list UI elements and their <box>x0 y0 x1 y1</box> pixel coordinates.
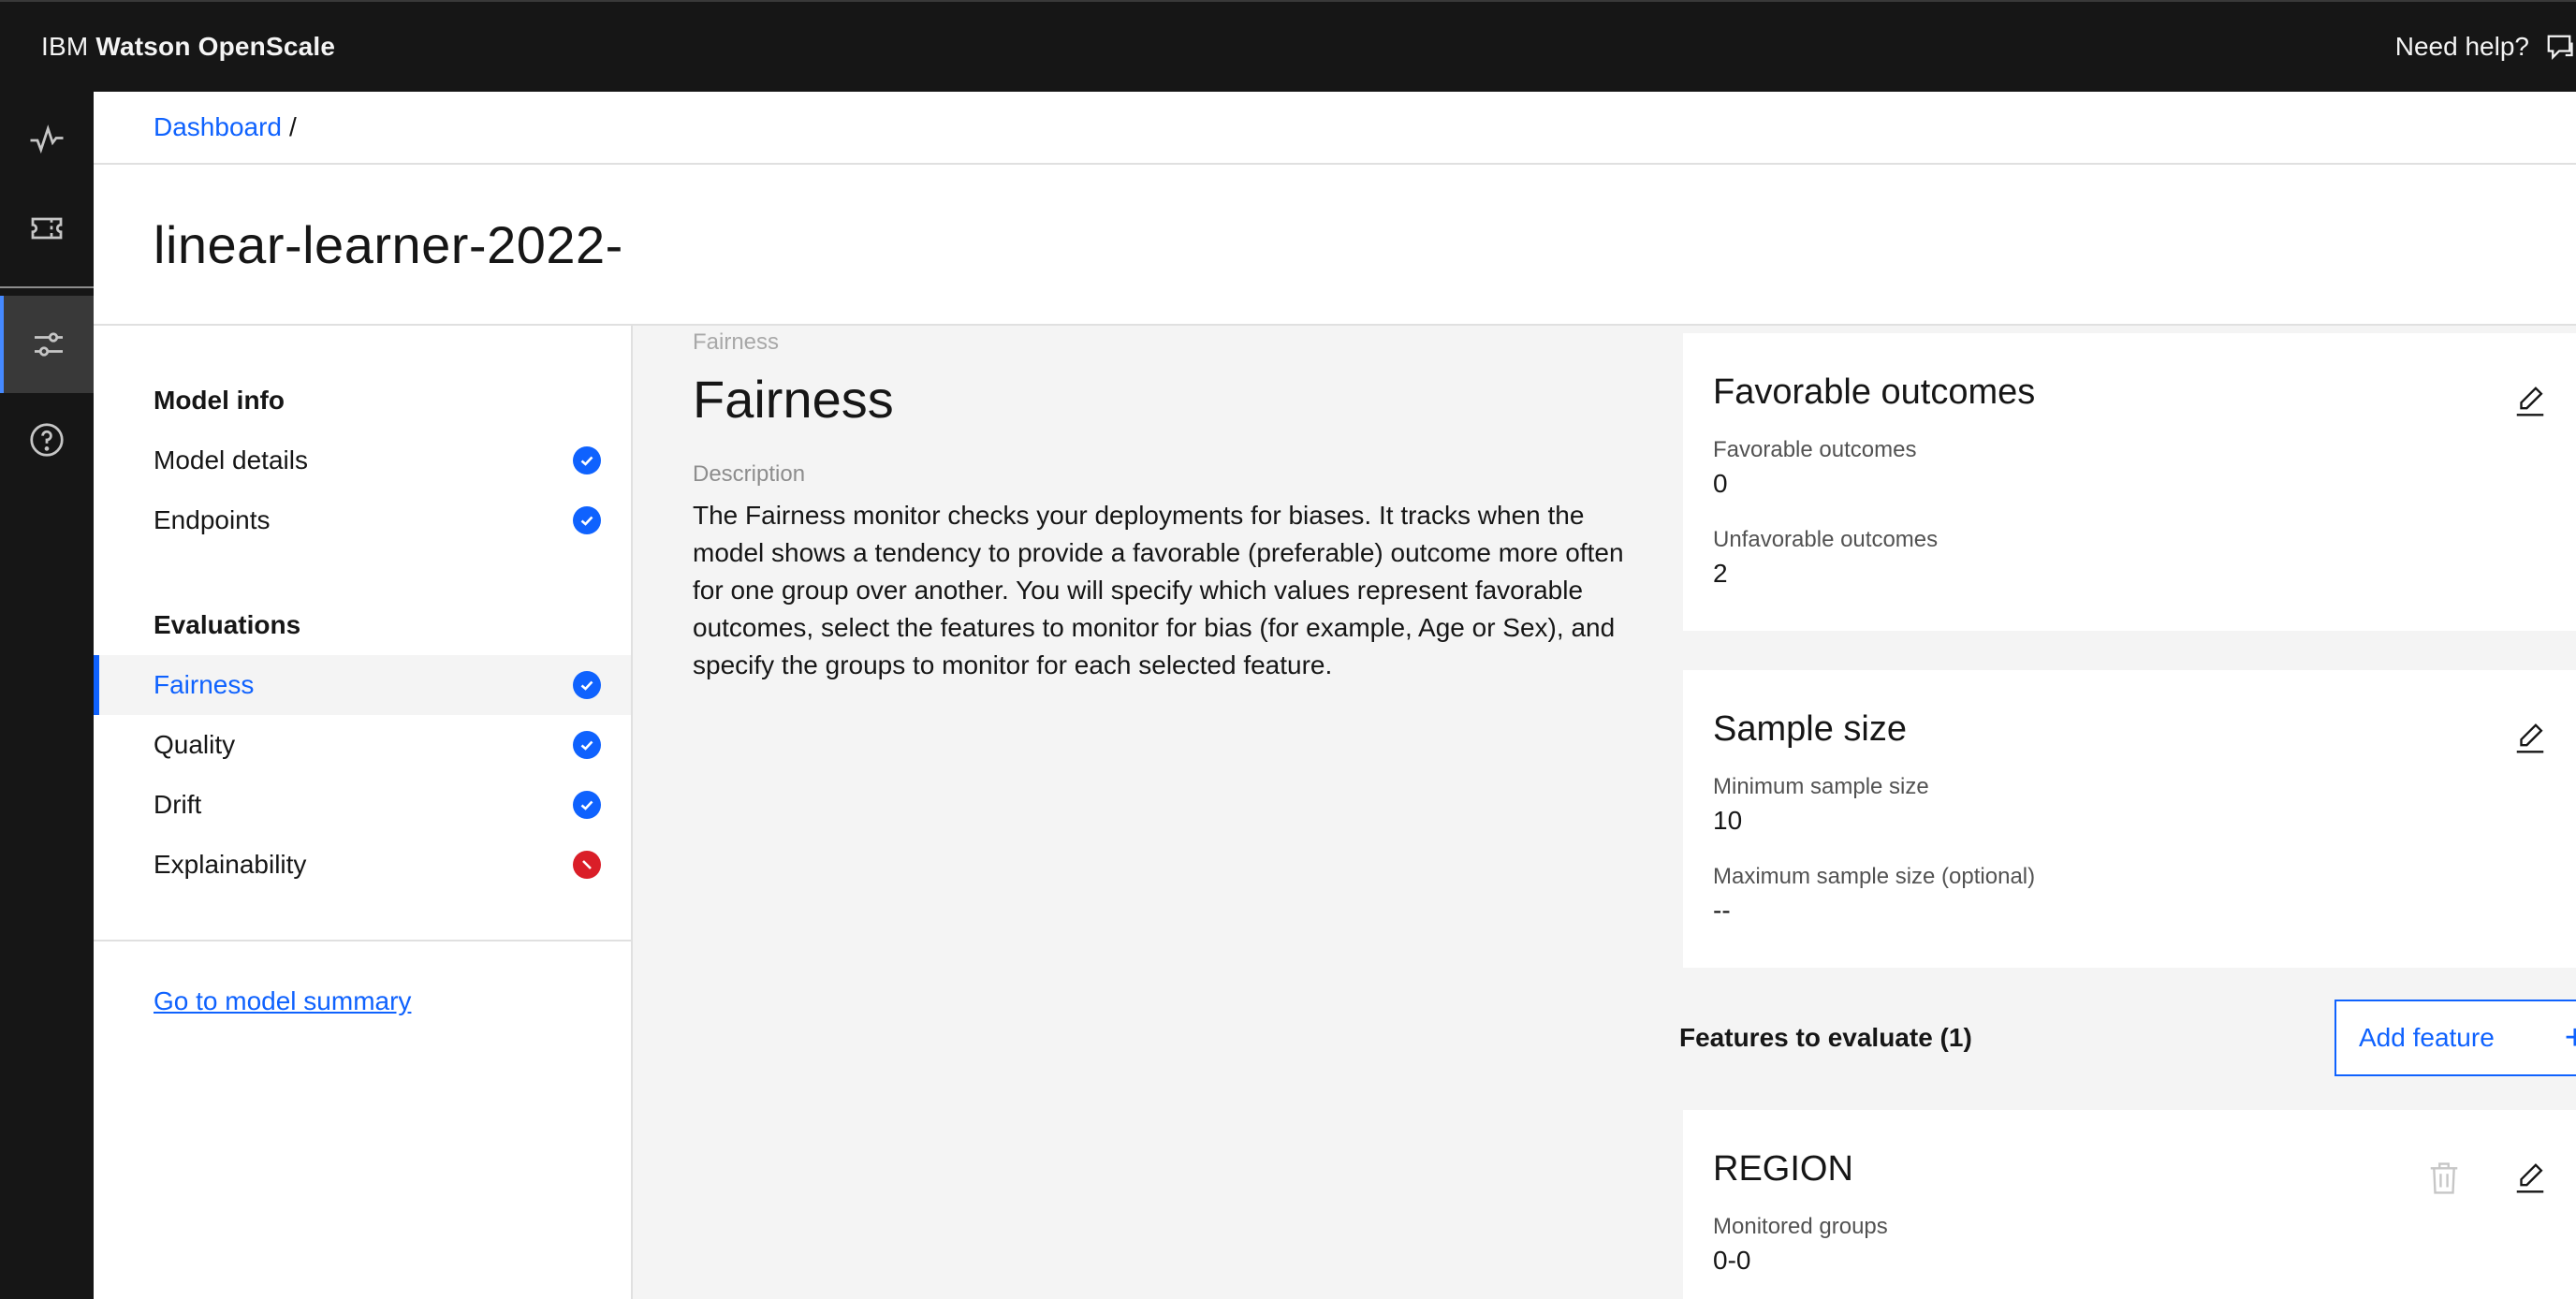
unfavorable-value: 2 <box>1713 559 1728 588</box>
add-feature-button[interactable]: Add feature + <box>2334 1000 2576 1076</box>
nav-item-quality[interactable]: Quality <box>94 715 631 775</box>
features-header: Features to evaluate (1) Add feature + <box>1679 1000 2576 1076</box>
config-nav: Model info Model details Endpoints Evalu… <box>94 326 633 1299</box>
min-sample-value: 10 <box>1713 806 1743 835</box>
nav-item-label: Quality <box>154 730 236 759</box>
checkmark-icon <box>573 791 601 819</box>
card-title: Favorable outcomes <box>1713 372 2036 412</box>
evaluations-heading: Evaluations <box>154 610 301 639</box>
features-label: Features to evaluate (1) <box>1679 1023 1972 1052</box>
checkmark-icon <box>573 506 601 534</box>
favorable-outcomes-card: Favorable outcomes Favorable outcomes 0 … <box>1683 333 2576 631</box>
breadcrumb-separator: / <box>288 112 297 141</box>
nav-item-explainability[interactable]: Explainability <box>94 835 631 895</box>
nav-item-label: Model details <box>154 445 308 474</box>
edit-icon[interactable] <box>2512 1160 2548 1196</box>
monitored-groups-label: Monitored groups <box>1713 1214 1888 1239</box>
rail-divider <box>0 286 94 288</box>
rail-tickets[interactable] <box>0 180 94 277</box>
monitor-description: Fairness Fairness Description The Fairne… <box>693 326 1629 684</box>
brand-prefix: IBM <box>41 32 89 61</box>
add-feature-label: Add feature <box>2359 1023 2495 1052</box>
add-icon: + <box>2564 1017 2576 1058</box>
feature-card-region: REGION Monitored groups 0-0 <box>1683 1110 2576 1299</box>
ticket-icon <box>31 217 63 240</box>
unfavorable-label: Unfavorable outcomes <box>1713 527 1939 552</box>
page-header: linear-learner-2022- <box>94 165 2576 326</box>
nav-item-model-details[interactable]: Model details <box>94 431 631 490</box>
breadcrumb: Dashboard / <box>94 92 2576 165</box>
brand-name: Watson OpenScale <box>95 32 336 61</box>
nav-item-label: Endpoints <box>154 505 271 534</box>
need-help-button[interactable]: Need help? <box>2395 30 2576 64</box>
side-rail <box>0 92 94 1299</box>
description-label: Description <box>693 461 806 487</box>
go-to-model-summary-link[interactable]: Go to model summary <box>154 986 411 1016</box>
edit-icon[interactable] <box>2512 384 2548 419</box>
sliders-icon <box>35 332 63 357</box>
sample-size-card: Sample size Minimum sample size 10 Maxim… <box>1683 670 2576 968</box>
not-configured-icon <box>573 851 601 879</box>
max-sample-value: -- <box>1713 896 1731 925</box>
checkmark-icon <box>573 446 601 474</box>
nav-item-label: Drift <box>154 790 202 819</box>
nav-item-drift[interactable]: Drift <box>94 775 631 835</box>
min-sample-label: Minimum sample size <box>1713 774 1929 799</box>
rail-help[interactable] <box>0 391 94 489</box>
checkmark-icon <box>573 731 601 759</box>
rail-configure[interactable] <box>0 296 94 393</box>
breadcrumb-dashboard-link[interactable]: Dashboard <box>154 112 282 142</box>
nav-item-endpoints[interactable]: Endpoints <box>94 490 631 550</box>
max-sample-label: Maximum sample size (optional) <box>1713 864 2036 889</box>
product-name[interactable]: IBM Watson OpenScale <box>41 32 335 62</box>
page-title: linear-learner-2022- <box>154 214 623 274</box>
nav-item-fairness[interactable]: Fairness <box>94 655 631 715</box>
nav-item-label: Fairness <box>154 670 255 699</box>
activity-icon <box>30 124 64 154</box>
card-title: Sample size <box>1713 709 1907 749</box>
edit-icon[interactable] <box>2512 721 2548 756</box>
section-title: Fairness <box>693 370 894 429</box>
model-info-heading: Model info <box>154 386 285 415</box>
need-help-label: Need help? <box>2394 32 2529 61</box>
trash-icon[interactable] <box>2428 1160 2460 1196</box>
help-icon <box>30 423 64 457</box>
nav-item-label: Explainability <box>154 850 307 879</box>
rail-insights[interactable] <box>0 92 94 189</box>
favorable-label: Favorable outcomes <box>1713 437 1917 462</box>
nav-divider <box>94 940 631 941</box>
favorable-value: 0 <box>1713 469 1728 498</box>
checkmark-icon <box>573 671 601 699</box>
top-header: IBM Watson OpenScale Need help? <box>0 0 2576 92</box>
section-eyebrow: Fairness <box>693 329 780 355</box>
chat-icon <box>2547 35 2573 60</box>
description-text: The Fairness monitor checks your deploym… <box>693 501 1624 679</box>
monitored-groups-value: 0-0 <box>1713 1246 1751 1275</box>
